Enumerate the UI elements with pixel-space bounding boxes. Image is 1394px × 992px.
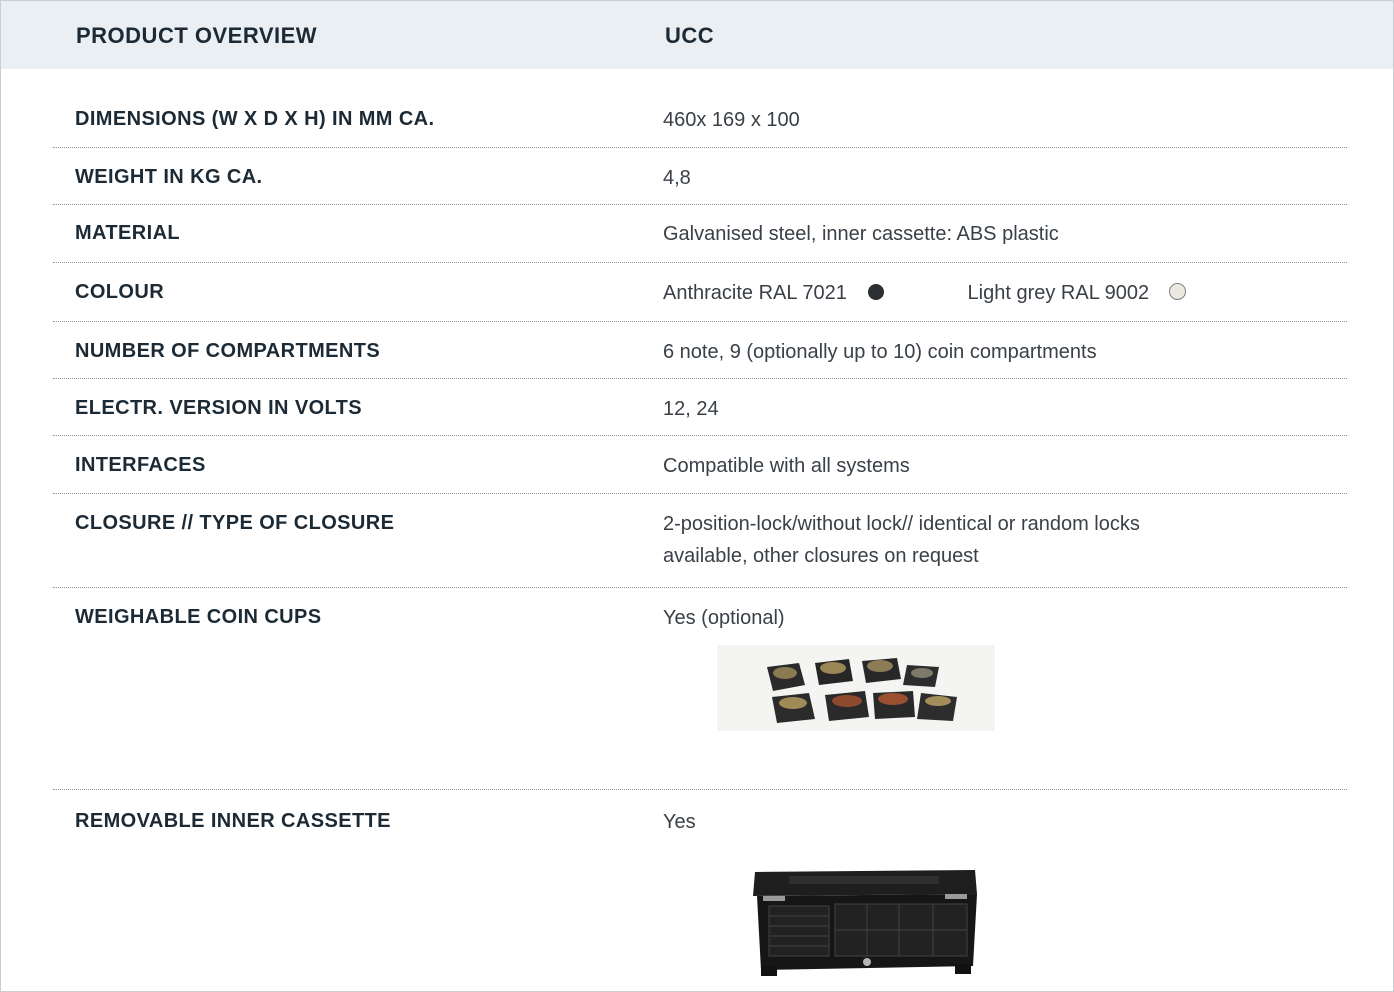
row-label-closure: CLOSURE // TYPE OF CLOSURE — [75, 512, 395, 534]
table-row: WEIGHT IN KG CA. 4,8 — [53, 148, 1347, 205]
row-value-weight: 4,8 — [663, 167, 691, 189]
row-label-compartments: NUMBER OF COMPARTMENTS — [75, 340, 381, 362]
row-value-colour: Anthracite RAL 7021 Light grey RAL 9002 — [663, 277, 1323, 309]
closure-line-1: 2-position-lock/without lock// identical… — [663, 513, 1140, 535]
row-label-material: MATERIAL — [75, 222, 181, 244]
row-label-volts: ELECTR. VERSION IN VOLTS — [75, 397, 363, 419]
closure-line-2: available, other closures on request — [663, 545, 979, 567]
row-value-closure: 2-position-lock/without lock// identical… — [663, 508, 1283, 572]
cash-drawer-cassette-photo — [749, 866, 981, 985]
colour-anthracite-label: Anthracite RAL 7021 — [663, 282, 847, 304]
row-value-inner-cassette: Yes — [663, 811, 696, 833]
light-grey-swatch — [1168, 283, 1186, 301]
header-product-overview: PRODUCT OVERVIEW — [76, 23, 318, 48]
row-label-dimensions: DIMENSIONS (W X D X H) IN MM CA. — [75, 108, 435, 130]
row-label-coin-cups: WEIGHABLE COIN CUPS — [75, 606, 322, 628]
table-row: COLOUR Anthracite RAL 7021 Light grey RA… — [53, 263, 1347, 322]
row-value-interfaces: Compatible with all systems — [663, 455, 910, 477]
row-value-dimensions: 460x 169 x 100 — [663, 109, 800, 131]
row-label-weight: WEIGHT IN KG CA. — [75, 166, 263, 188]
row-value-volts: 12, 24 — [663, 398, 719, 420]
anthracite-swatch — [868, 283, 885, 300]
table-row: DIMENSIONS (W X D X H) IN MM CA. 460x 16… — [53, 69, 1347, 148]
row-value-material: Galvanised steel, inner cassette: ABS pl… — [663, 223, 1059, 245]
table-row: ELECTR. VERSION IN VOLTS 12, 24 — [53, 379, 1347, 436]
row-value-coin-cups: Yes (optional) — [663, 607, 785, 629]
table-row: WEIGHABLE COIN CUPS Yes (optional) — [53, 588, 1347, 790]
row-label-interfaces: INTERFACES — [75, 454, 206, 476]
row-value-compartments: 6 note, 9 (optionally up to 10) coin com… — [663, 341, 1097, 363]
table-row: MATERIAL Galvanised steel, inner cassett… — [53, 205, 1347, 263]
row-label-colour: COLOUR — [75, 281, 165, 303]
spec-table: DIMENSIONS (W X D X H) IN MM CA. 460x 16… — [53, 69, 1347, 990]
product-overview-sheet: PRODUCT OVERVIEW UCC DIMENSIONS (W X D X… — [0, 0, 1394, 992]
header-model-ucc: UCC — [665, 23, 715, 48]
table-row: REMOVABLE INNER CASSETTE Yes — [53, 790, 1347, 990]
table-header: PRODUCT OVERVIEW UCC — [1, 1, 1393, 69]
table-row: CLOSURE // TYPE OF CLOSURE 2-position-lo… — [53, 494, 1347, 588]
row-label-inner-cassette: REMOVABLE INNER CASSETTE — [75, 810, 391, 832]
table-row: INTERFACES Compatible with all systems — [53, 436, 1347, 494]
table-row: NUMBER OF COMPARTMENTS 6 note, 9 (option… — [53, 322, 1347, 379]
coin-cups-photo — [717, 645, 995, 736]
colour-light-grey-label: Light grey RAL 9002 — [967, 282, 1150, 304]
